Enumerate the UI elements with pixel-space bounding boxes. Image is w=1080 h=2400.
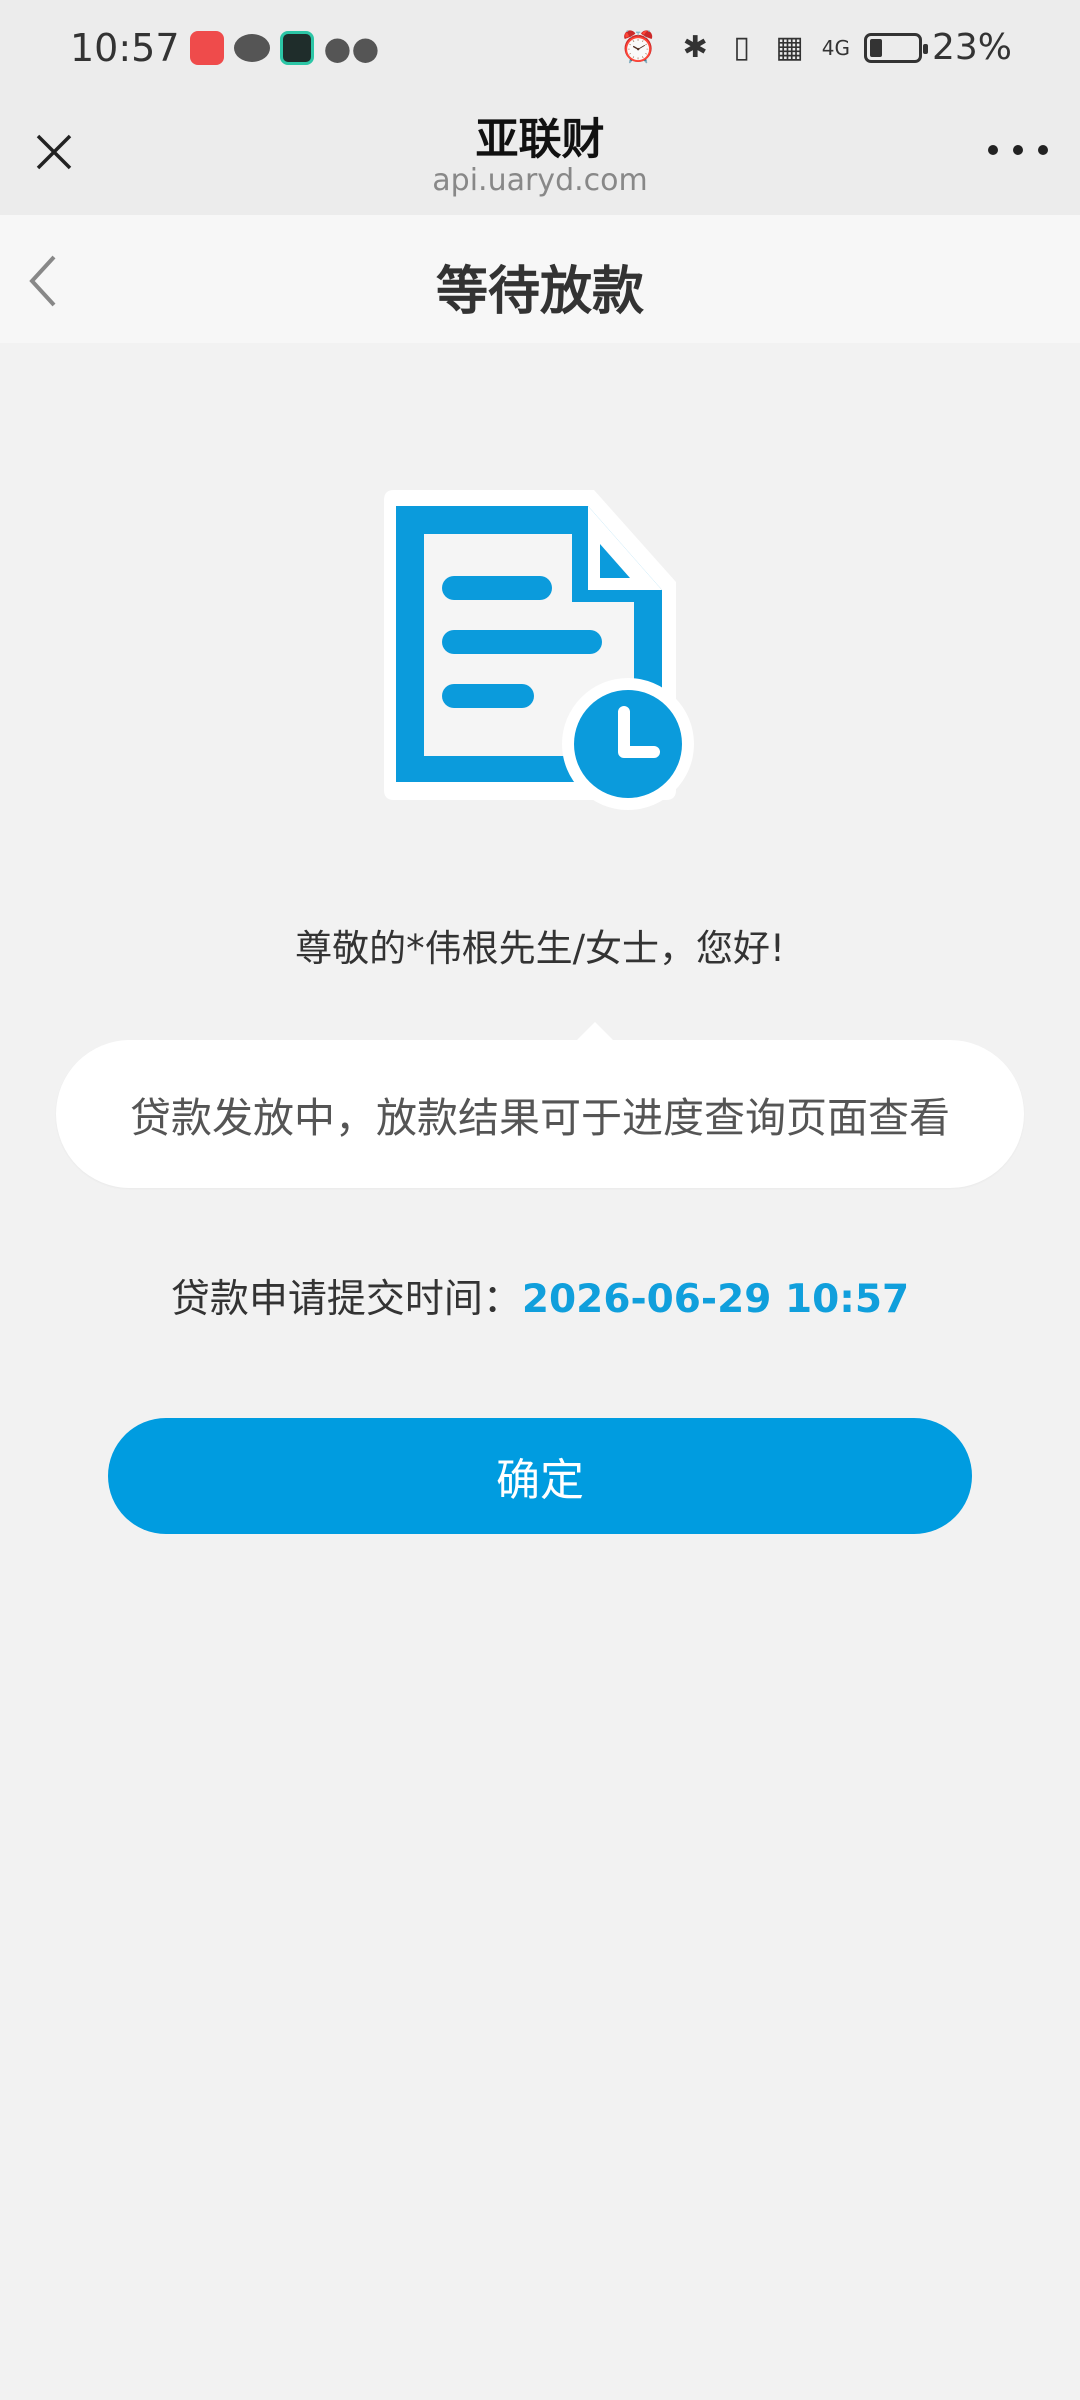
browser-url: api.uaryd.com xyxy=(432,163,648,198)
network-type: 4G xyxy=(821,35,850,60)
status-bar: 10:57 ●● ⏰ ✱ ▯ ▦ 4G 23% xyxy=(0,0,1080,95)
chat-bubble-icon xyxy=(233,33,270,62)
page-header: 等待放款 xyxy=(0,215,1080,343)
more-dots-icon[interactable] xyxy=(988,135,1048,165)
greeting-text: 尊敬的*伟根先生/女士，您好! xyxy=(295,927,785,970)
document-clock-icon xyxy=(376,490,706,820)
battery-icon xyxy=(863,32,928,63)
confirm-button[interactable]: 确定 xyxy=(108,1418,972,1534)
status-left: 10:57 ●● xyxy=(70,26,379,70)
submit-time-value: 2026-06-29 10:57 xyxy=(521,1277,910,1322)
page-title: 等待放款 xyxy=(435,262,644,322)
submit-time: 贷款申请提交时间：2026-06-29 10:57 xyxy=(0,1268,1080,1324)
wechat-icon: ●● xyxy=(323,28,380,67)
submit-time-label: 贷款申请提交时间： xyxy=(170,1277,522,1322)
notice-text: 贷款发放中，放款结果可于进度查询页面查看 xyxy=(130,1094,950,1142)
battery-level xyxy=(869,38,882,57)
system-status-icons: ⏰ ✱ ▯ ▦ xyxy=(619,30,812,65)
notice-bubble: 贷款发放中，放款结果可于进度查询页面查看 xyxy=(56,1022,1024,1188)
soul-app-icon xyxy=(279,30,314,65)
browser-toolbar: 亚联财 api.uaryd.com xyxy=(0,95,1080,215)
app-icon xyxy=(189,30,224,65)
status-right: ⏰ ✱ ▯ ▦ 4G 23% xyxy=(620,27,1012,68)
battery-percent: 23% xyxy=(931,27,1012,68)
browser-title: 亚联财 xyxy=(475,115,605,165)
status-time: 10:57 xyxy=(70,25,180,70)
